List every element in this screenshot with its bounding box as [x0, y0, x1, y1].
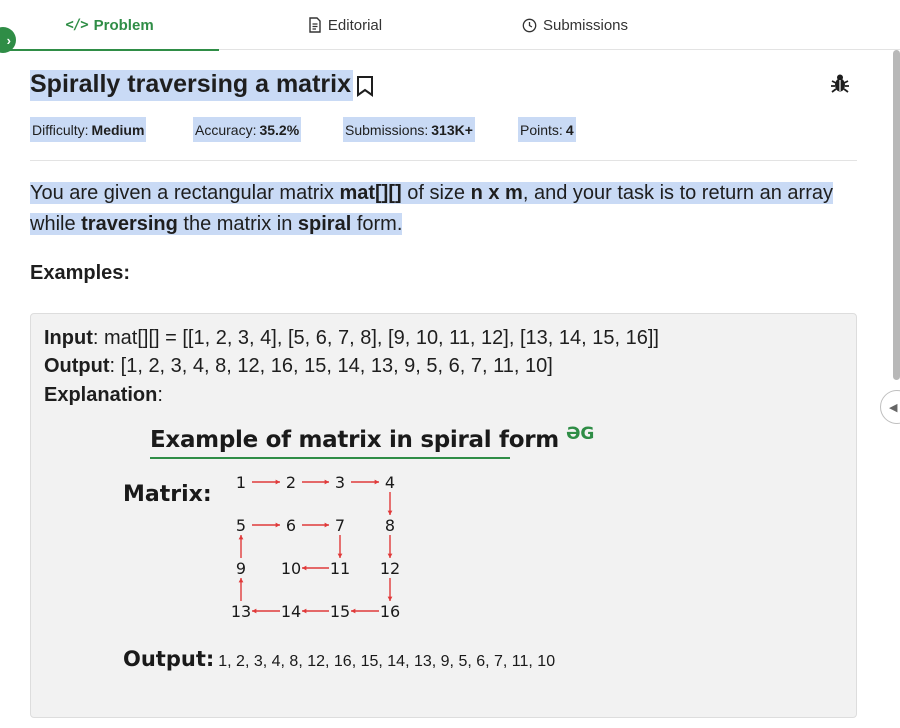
- bug-report-icon[interactable]: [829, 72, 851, 94]
- input-value: : mat[][] = [[1, 2, 3, 4], [5, 6, 7, 8],…: [92, 327, 659, 349]
- output-value: : [1, 2, 3, 4, 8, 12, 16, 15, 14, 13, 9,…: [109, 355, 553, 377]
- desc-text-1: You are given a rectangular matrix: [30, 182, 340, 204]
- problem-title: Spirally traversing a matrix: [30, 70, 353, 101]
- matrix-cell-1: 1: [236, 473, 246, 492]
- points-meta: Points: 4: [518, 117, 576, 142]
- diagram-output: Output: 1, 2, 3, 4, 8, 12, 16, 15, 14, 13…: [123, 647, 555, 671]
- difficulty-meta: Difficulty: Medium: [30, 117, 147, 142]
- output-label: Output: [44, 355, 110, 377]
- matrix-cell-11: 11: [330, 559, 350, 578]
- clock-icon: [522, 18, 537, 33]
- desc-bold-spiral: spiral: [297, 213, 352, 235]
- spiral-arrow-13-9: [238, 578, 244, 601]
- matrix-cell-10: 10: [281, 559, 301, 578]
- matrix-cell-6: 6: [286, 516, 296, 535]
- example-input: Input: mat[][] = [[1, 2, 3, 4], [5, 6, 7…: [44, 327, 659, 350]
- accuracy-label: Accuracy:: [195, 121, 257, 138]
- matrix-cell-13: 13: [231, 602, 251, 621]
- spiral-arrow-12-16: [387, 578, 393, 601]
- page-title: Spirally traversing a matrix: [30, 70, 375, 101]
- example-box: Input: mat[][] = [[1, 2, 3, 4], [5, 6, 7…: [30, 313, 857, 718]
- desc-text-5: form.: [351, 213, 403, 235]
- example-explanation: Explanation:: [44, 384, 163, 407]
- submissions-label: Submissions:: [345, 121, 429, 138]
- tab-editorial-label: Editorial: [327, 16, 383, 34]
- matrix-cell-8: 8: [385, 516, 395, 535]
- tab-submissions[interactable]: Submissions: [470, 0, 680, 50]
- problem-description: You are given a rectangular matrix mat[]…: [30, 178, 860, 240]
- desc-text-4: the matrix in: [177, 213, 298, 235]
- explanation-colon: :: [157, 384, 163, 406]
- spiral-diagram: Example of matrix in spiral form ƏG Matr…: [46, 411, 606, 691]
- spiral-arrow-6-7: [302, 522, 329, 528]
- spiral-grid: 1 2 3 45 6 7 89 10 11 1213 14 15 16: [231, 473, 400, 621]
- examples-heading: Examples:: [30, 262, 131, 284]
- spiral-arrow-15-14: [302, 608, 329, 614]
- matrix-cell-15: 15: [330, 602, 350, 621]
- example-output: Output: [1, 2, 3, 4, 8, 12, 16, 15, 14, …: [44, 355, 553, 378]
- tab-submissions-label: Submissions: [542, 16, 629, 34]
- points-label: Points:: [520, 121, 563, 138]
- matrix-cell-9: 9: [236, 559, 246, 578]
- diagram-output-value: 1, 2, 3, 4, 8, 12, 16, 15, 14, 13, 9, 5,…: [218, 653, 556, 670]
- submissions-value: 313K+: [431, 121, 473, 138]
- spiral-arrow-7-11: [337, 535, 343, 558]
- spiral-arrow-11-10: [302, 565, 329, 571]
- document-icon: [308, 17, 322, 33]
- spiral-arrow-16-15: [351, 608, 379, 614]
- accuracy-meta: Accuracy: 35.2%: [193, 117, 302, 142]
- scrollbar[interactable]: [893, 50, 900, 380]
- tab-bar: </> Problem Editorial Submissions: [0, 0, 900, 51]
- matrix-cell-3: 3: [335, 473, 345, 492]
- desc-bold-matrix: mat[][]: [339, 182, 402, 204]
- points-value: 4: [565, 121, 574, 138]
- matrix-cell-2: 2: [286, 473, 296, 492]
- submissions-meta: Submissions: 313K+: [343, 117, 475, 142]
- matrix-cell-4: 4: [385, 473, 395, 492]
- spiral-arrow-9-5: [238, 535, 244, 558]
- difficulty-label: Difficulty:: [32, 121, 89, 138]
- divider: [30, 160, 857, 161]
- diagram-output-label: Output:: [123, 647, 215, 671]
- bookmark-icon[interactable]: [355, 75, 375, 97]
- spiral-arrow-4-8: [387, 492, 393, 515]
- spiral-arrow-3-4: [351, 479, 379, 485]
- matrix-cell-16: 16: [380, 602, 400, 621]
- tab-problem[interactable]: </> Problem: [0, 0, 219, 51]
- matrix-cell-7: 7: [335, 516, 345, 535]
- tab-problem-label: Problem: [93, 16, 154, 34]
- collapse-panel-icon[interactable]: ◀: [880, 390, 900, 424]
- desc-bold-traversing: traversing: [81, 213, 178, 235]
- matrix-cell-14: 14: [281, 602, 301, 621]
- spiral-arrow-8-12: [387, 535, 393, 558]
- difficulty-value: Medium: [91, 121, 145, 138]
- code-icon: </>: [65, 17, 88, 33]
- desc-bold-size: n x m: [470, 182, 523, 204]
- spiral-arrow-5-6: [252, 522, 280, 528]
- spiral-arrow-2-3: [302, 479, 329, 485]
- tab-editorial[interactable]: Editorial: [220, 0, 470, 50]
- matrix-cell-12: 12: [380, 559, 400, 578]
- spiral-arrow-14-13: [252, 608, 280, 614]
- matrix-cell-5: 5: [236, 516, 246, 535]
- explanation-label: Explanation: [44, 384, 158, 406]
- accuracy-value: 35.2%: [259, 121, 300, 138]
- spiral-arrow-1-2: [252, 479, 280, 485]
- desc-text-2: of size: [401, 182, 471, 204]
- input-label: Input: [44, 327, 93, 349]
